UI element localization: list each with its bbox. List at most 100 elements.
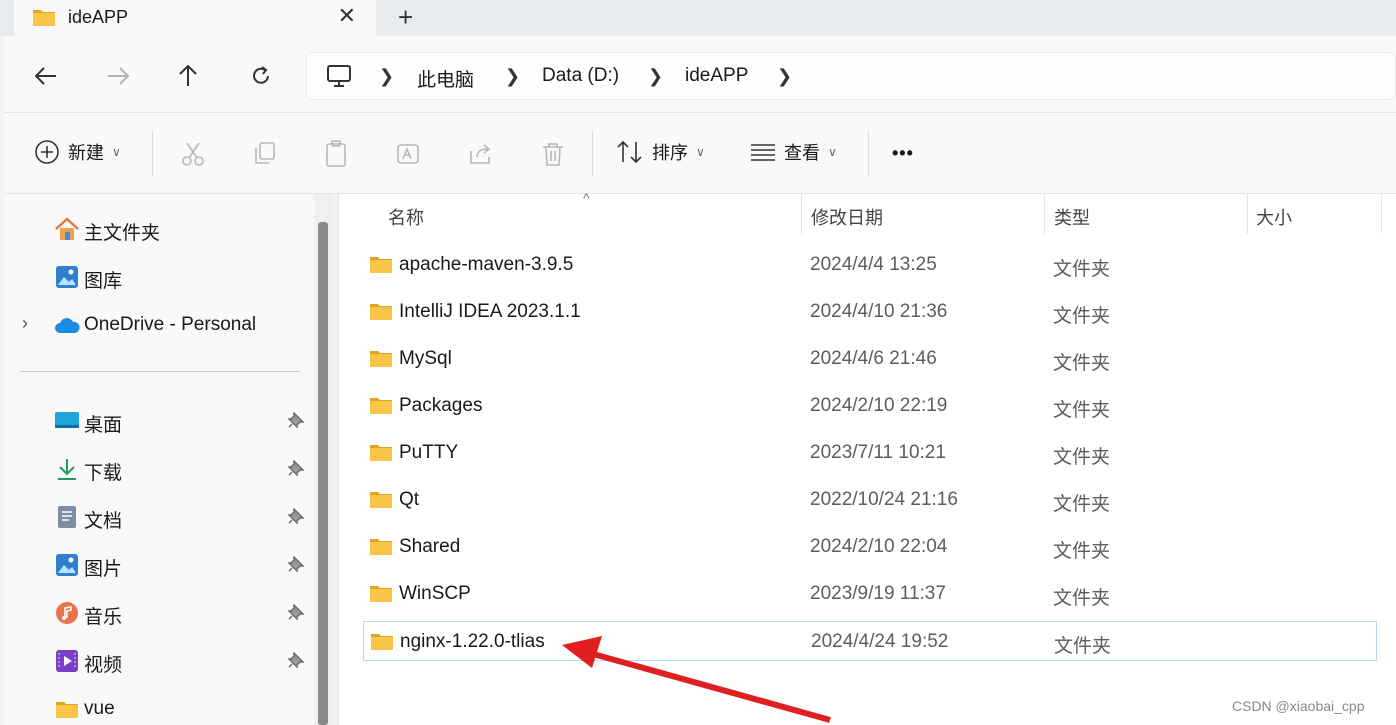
sidebar-item-videos[interactable]: 视频 bbox=[4, 640, 314, 680]
more-options-button[interactable]: ••• bbox=[892, 143, 914, 164]
arrow-up-icon bbox=[179, 65, 197, 86]
sidebar-scrollbar-thumb[interactable] bbox=[318, 222, 328, 725]
sidebar-item-music[interactable]: 音乐 bbox=[4, 592, 314, 632]
new-button[interactable]: 新建 ∨ bbox=[34, 139, 121, 165]
file-name: PuTTY bbox=[399, 442, 459, 463]
rename-button[interactable] bbox=[394, 139, 424, 169]
tab-ideapp[interactable]: ideAPP ✕ bbox=[14, 0, 376, 36]
file-type: 文件夹 bbox=[1053, 494, 1111, 515]
delete-button[interactable] bbox=[538, 139, 568, 169]
view-label: 查看 bbox=[784, 143, 820, 163]
column-divider[interactable] bbox=[1381, 194, 1382, 234]
sidebar-item-label: 视频 bbox=[84, 655, 123, 676]
sort-button[interactable]: 排序 ∨ bbox=[616, 139, 705, 165]
forward-button[interactable] bbox=[104, 62, 132, 90]
documents-icon bbox=[54, 504, 80, 530]
file-name: nginx-1.22.0-tlias bbox=[400, 631, 545, 652]
sidebar-item-label: 下载 bbox=[84, 463, 123, 484]
chevron-right-icon: ❯ bbox=[777, 66, 793, 86]
refresh-button[interactable] bbox=[247, 62, 275, 90]
divider bbox=[868, 131, 869, 177]
home-icon bbox=[54, 216, 80, 242]
file-list: ^ 名称 修改日期 类型 大小 apache-maven-3.9.5 2024/… bbox=[339, 190, 1396, 725]
table-row[interactable]: Qt 2022/10/24 21:16 文件夹 bbox=[363, 480, 1377, 520]
table-row[interactable]: WinSCP 2023/9/19 11:37 文件夹 bbox=[363, 574, 1377, 614]
table-row[interactable]: Shared 2024/2/10 22:04 文件夹 bbox=[363, 527, 1377, 567]
tab-strip: ideAPP ✕ + bbox=[0, 0, 1396, 36]
download-icon bbox=[54, 456, 80, 482]
up-button[interactable] bbox=[174, 62, 202, 90]
refresh-icon bbox=[253, 66, 269, 84]
sidebar-item-desktop[interactable]: 桌面 bbox=[4, 400, 314, 440]
table-row[interactable]: apache-maven-3.9.5 2024/4/4 13:25 文件夹 bbox=[363, 245, 1377, 285]
plus-circle-icon bbox=[35, 140, 59, 164]
scissors-icon bbox=[182, 142, 204, 166]
table-row[interactable]: Packages 2024/2/10 22:19 文件夹 bbox=[363, 386, 1377, 426]
new-tab-button[interactable]: + bbox=[398, 2, 413, 33]
breadcrumb-this-pc[interactable]: 此电脑 bbox=[417, 65, 474, 92]
sidebar-item-gallery[interactable]: 图库 bbox=[4, 256, 314, 296]
folder-icon bbox=[369, 489, 393, 514]
divider bbox=[152, 131, 153, 177]
table-row[interactable]: nginx-1.22.0-tlias 2024/4/24 19:52 文件夹 bbox=[363, 621, 1377, 661]
sidebar-item-downloads[interactable]: 下载 bbox=[4, 448, 314, 488]
copy-button[interactable] bbox=[250, 139, 280, 169]
sidebar-item-vue[interactable]: vue bbox=[4, 688, 314, 725]
share-icon bbox=[470, 144, 491, 164]
column-header-modified[interactable]: 修改日期 bbox=[811, 204, 883, 230]
file-type: 文件夹 bbox=[1053, 541, 1111, 562]
cut-button[interactable] bbox=[178, 139, 208, 169]
column-header-type[interactable]: 类型 bbox=[1054, 204, 1090, 230]
music-icon bbox=[54, 600, 80, 626]
pin-icon[interactable] bbox=[287, 411, 305, 433]
close-icon[interactable]: ✕ bbox=[338, 3, 356, 29]
view-button[interactable]: 查看 ∨ bbox=[750, 139, 837, 165]
paste-button[interactable] bbox=[322, 139, 352, 169]
column-header-size[interactable]: 大小 bbox=[1256, 204, 1292, 230]
file-modified: 2024/4/24 19:52 bbox=[811, 631, 949, 652]
column-divider[interactable] bbox=[1247, 194, 1248, 234]
navigation-pane: 主文件夹 图库 › OneDrive - Personal 桌面 下载 文档 图… bbox=[4, 194, 314, 725]
sidebar-item-onedrive[interactable]: › OneDrive - Personal bbox=[4, 304, 314, 344]
sidebar-item-documents[interactable]: 文档 bbox=[4, 496, 314, 536]
divider bbox=[20, 371, 300, 372]
command-bar: 新建 ∨ 排序 ∨ 查看 ∨ ••• bbox=[4, 112, 1396, 194]
folder-icon bbox=[369, 348, 393, 373]
chevron-right-icon: ❯ bbox=[505, 66, 521, 86]
table-row[interactable]: PuTTY 2023/7/11 10:21 文件夹 bbox=[363, 433, 1377, 473]
column-header-name[interactable]: 名称 bbox=[388, 204, 424, 230]
table-row[interactable]: IntelliJ IDEA 2023.1.1 2024/4/10 21:36 文… bbox=[363, 292, 1377, 332]
column-divider[interactable] bbox=[801, 194, 802, 234]
file-name: Packages bbox=[399, 395, 483, 416]
navigation-bar: ❯ 此电脑 ❯ Data (D:) ❯ ideAPP ❯ bbox=[4, 36, 1396, 112]
pin-icon[interactable] bbox=[287, 603, 305, 625]
breadcrumb-data-d[interactable]: Data (D:) bbox=[542, 65, 619, 87]
breadcrumb-ideapp[interactable]: ideAPP bbox=[685, 65, 748, 87]
file-type: 文件夹 bbox=[1053, 353, 1111, 374]
file-type: 文件夹 bbox=[1053, 588, 1111, 609]
pin-icon[interactable] bbox=[287, 507, 305, 529]
chevron-down-icon: ∨ bbox=[112, 145, 121, 159]
pin-icon[interactable] bbox=[287, 651, 305, 673]
file-type: 文件夹 bbox=[1053, 447, 1111, 468]
sidebar-item-label: 图片 bbox=[84, 559, 123, 580]
sort-label: 排序 bbox=[652, 143, 688, 163]
table-row[interactable]: MySql 2024/4/6 21:46 文件夹 bbox=[363, 339, 1377, 379]
share-button[interactable] bbox=[466, 139, 496, 169]
file-type: 文件夹 bbox=[1054, 636, 1112, 657]
sidebar-item-pictures[interactable]: 图片 bbox=[4, 544, 314, 584]
watermark: CSDN @xiaobai_cpp bbox=[1232, 698, 1365, 714]
back-button[interactable] bbox=[32, 62, 60, 90]
column-divider[interactable] bbox=[1044, 194, 1045, 234]
tab-title: ideAPP bbox=[68, 7, 129, 27]
sidebar-item-home[interactable]: 主文件夹 bbox=[4, 208, 314, 248]
address-bar[interactable]: ❯ 此电脑 ❯ Data (D:) ❯ ideAPP ❯ bbox=[306, 52, 1396, 100]
trash-icon bbox=[543, 143, 563, 166]
folder-icon bbox=[370, 631, 394, 656]
file-name: WinSCP bbox=[399, 583, 471, 604]
chevron-right-icon[interactable]: › bbox=[22, 313, 28, 334]
sidebar-item-label: OneDrive - Personal bbox=[84, 314, 257, 335]
pin-icon[interactable] bbox=[287, 555, 305, 577]
pin-icon[interactable] bbox=[287, 459, 305, 481]
file-name: IntelliJ IDEA 2023.1.1 bbox=[399, 301, 581, 322]
